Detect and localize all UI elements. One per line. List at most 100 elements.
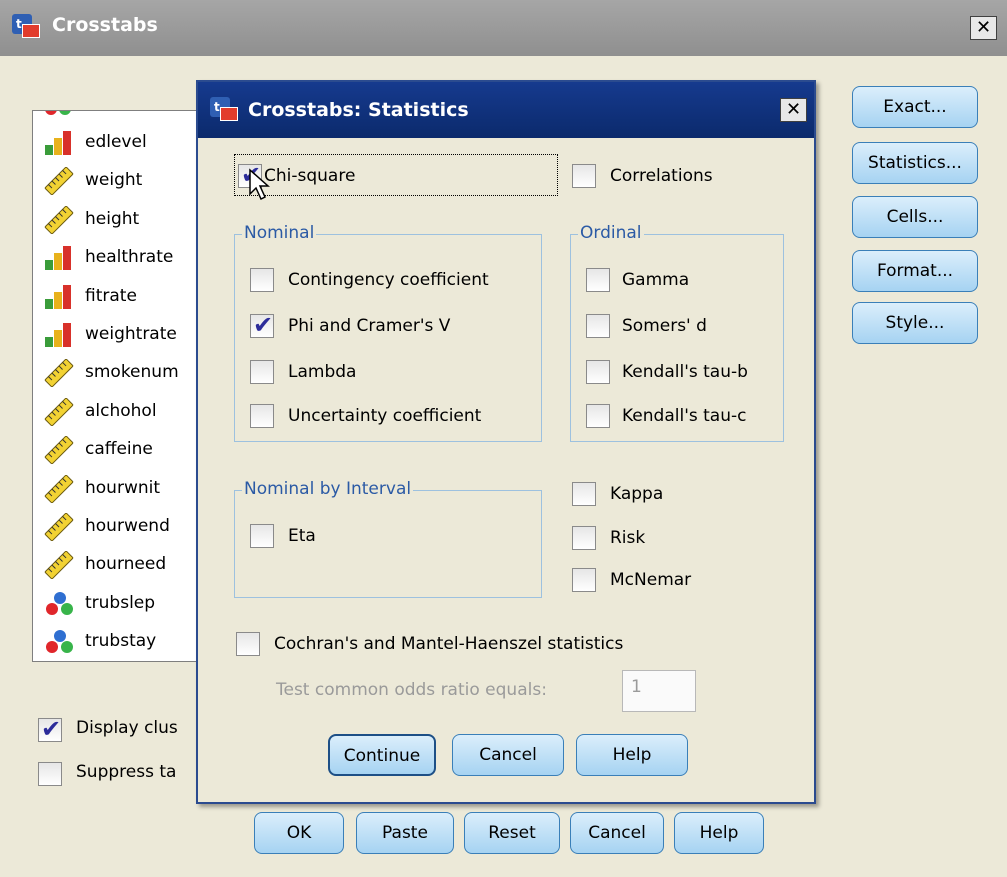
variable-item[interactable]: hourwend <box>39 512 211 543</box>
spss-app-icon: t <box>210 97 242 123</box>
scale-ruler-icon <box>43 551 77 580</box>
display-clustered-checkbox[interactable] <box>38 715 62 743</box>
lambda-label: Lambda <box>288 362 357 382</box>
dialog-help-button[interactable]: Help <box>576 734 688 776</box>
chi-square-label: Chi-square <box>264 166 356 186</box>
contingency-coefficient-label: Contingency coefficient <box>288 270 489 290</box>
mcnemar-checkbox[interactable] <box>572 568 596 592</box>
ordinal-bar-icon <box>43 321 77 349</box>
scale-ruler-icon <box>43 359 77 388</box>
cancel-button[interactable]: Cancel <box>570 812 664 854</box>
nominal-by-interval-title: Nominal by Interval <box>242 479 414 499</box>
nominal-by-interval-group <box>234 490 542 598</box>
kappa-checkbox[interactable] <box>572 482 596 506</box>
variable-item[interactable]: healthrate <box>39 244 211 274</box>
risk-checkbox[interactable] <box>572 526 596 550</box>
scale-ruler-icon <box>43 512 77 542</box>
gamma-label: Gamma <box>622 270 690 290</box>
window-titlebar: t Crosstabs ✕ <box>0 0 1007 56</box>
scale-ruler-icon <box>43 474 77 503</box>
dialog-cancel-button[interactable]: Cancel <box>452 734 564 776</box>
somers-d-checkbox[interactable] <box>586 314 610 338</box>
statistics-button[interactable]: Statistics... <box>852 142 978 184</box>
variable-item[interactable]: edlevel <box>39 129 211 159</box>
correlations-label: Correlations <box>610 166 713 186</box>
variable-item[interactable]: fitrate <box>39 283 211 313</box>
reset-button[interactable]: Reset <box>464 812 560 854</box>
ok-button[interactable]: OK <box>254 812 344 854</box>
scale-ruler-icon <box>43 167 77 196</box>
cells-button[interactable]: Cells... <box>852 196 978 238</box>
gamma-checkbox[interactable] <box>586 268 610 292</box>
odds-ratio-input[interactable]: 1 <box>622 670 696 712</box>
phi-cramers-v-checkbox[interactable] <box>250 311 274 339</box>
variable-item[interactable]: hourneed <box>39 551 211 581</box>
kendalls-tau-b-checkbox[interactable] <box>586 360 610 384</box>
cochran-mantel-haenszel-checkbox[interactable] <box>236 632 260 656</box>
variable-label: trubslep <box>85 592 156 613</box>
exact-button[interactable]: Exact... <box>852 86 978 128</box>
variable-label: edlevel <box>85 132 147 152</box>
cochran-mantel-haenszel-label: Cochran's and Mantel-Haenszel statistics <box>274 634 624 654</box>
kappa-label: Kappa <box>610 484 664 504</box>
contingency-coefficient-checkbox[interactable] <box>250 268 274 292</box>
variable-label: alchohol <box>85 400 157 421</box>
variable-item[interactable]: smokenum <box>39 359 211 389</box>
display-clustered-label: Display clus <box>76 718 178 738</box>
style-button[interactable]: Style... <box>852 302 978 344</box>
variable-label: smokenum <box>85 362 179 383</box>
ordinal-bar-icon <box>43 283 77 311</box>
ordinal-bar-icon <box>43 244 77 272</box>
variable-label: caffeine <box>85 439 153 460</box>
dialog-title: Crosstabs: Statistics <box>248 99 469 121</box>
variable-label: weightrate <box>85 324 177 344</box>
uncertainty-coefficient-checkbox[interactable] <box>250 404 274 428</box>
spss-app-icon: t <box>12 14 44 40</box>
correlations-checkbox[interactable] <box>572 164 596 188</box>
suppress-tables-label: Suppress ta <box>76 762 177 782</box>
window-title: Crosstabs <box>52 14 158 36</box>
scale-ruler-icon <box>43 397 77 427</box>
variable-label: trubstay <box>85 631 157 652</box>
window-close-button[interactable]: ✕ <box>970 16 997 40</box>
somers-d-label: Somers' d <box>622 316 707 336</box>
format-button[interactable]: Format... <box>852 250 978 292</box>
kendalls-tau-c-label: Kendall's tau-c <box>622 406 747 426</box>
paste-button[interactable]: Paste <box>356 812 454 854</box>
continue-button[interactable]: Continue <box>328 734 436 776</box>
variable-label: hourneed <box>85 554 167 575</box>
variable-item[interactable]: hourwnit <box>39 474 211 505</box>
phi-cramers-v-label: Phi and Cramer's V <box>288 316 451 336</box>
odds-ratio-label: Test common odds ratio equals: <box>276 680 547 700</box>
uncertainty-coefficient-label: Uncertainty coefficient <box>288 406 482 426</box>
variable-label: hourwend <box>85 516 170 536</box>
lambda-checkbox[interactable] <box>250 360 274 384</box>
nominal-balls-icon <box>43 628 77 656</box>
nominal-balls-icon <box>45 111 71 115</box>
variables-list[interactable]: edlevel weight height healthrate fitrate weig… <box>32 110 212 662</box>
variable-item[interactable]: trubstay <box>39 628 211 658</box>
variable-item[interactable]: alchohol <box>39 397 211 428</box>
variable-label: weight <box>85 170 143 191</box>
ordinal-group-title: Ordinal <box>578 223 644 243</box>
variable-item[interactable]: weight <box>39 167 211 197</box>
scale-ruler-icon <box>43 435 77 465</box>
dialog-close-button[interactable]: ✕ <box>780 98 807 122</box>
eta-checkbox[interactable] <box>250 524 274 548</box>
dialog-titlebar: t Crosstabs: Statistics ✕ <box>198 82 814 138</box>
variable-label: healthrate <box>85 247 174 268</box>
mcnemar-label: McNemar <box>610 570 692 590</box>
variable-item[interactable]: weightrate <box>39 321 211 351</box>
variable-label: fitrate <box>85 285 137 306</box>
variable-item[interactable]: trubslep <box>39 590 211 620</box>
variable-label: height <box>85 208 140 229</box>
help-button[interactable]: Help <box>674 812 764 854</box>
eta-label: Eta <box>288 526 316 546</box>
kendalls-tau-c-checkbox[interactable] <box>586 404 610 428</box>
ordinal-bar-icon <box>43 129 77 157</box>
nominal-group-title: Nominal <box>242 223 317 243</box>
suppress-tables-checkbox[interactable] <box>38 762 62 786</box>
kendalls-tau-b-label: Kendall's tau-b <box>622 362 748 382</box>
variable-item[interactable]: caffeine <box>39 435 211 466</box>
variable-item[interactable]: height <box>39 205 211 236</box>
